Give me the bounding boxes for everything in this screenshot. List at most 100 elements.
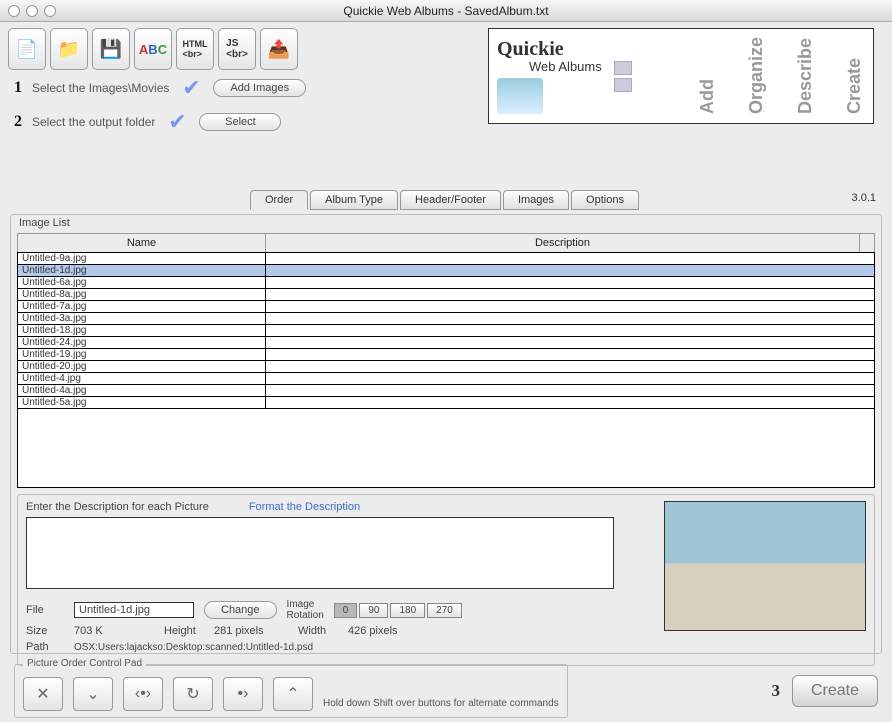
check-icon: ✔: [165, 110, 189, 134]
banner-word-organize: Organize: [746, 37, 767, 114]
row-name: Untitled-4.jpg: [18, 373, 266, 385]
table-row[interactable]: Untitled-18.jpg: [18, 325, 874, 337]
banner-title: Quickie: [497, 38, 602, 61]
image-list-title: Image List: [11, 215, 881, 231]
path-label: Path: [26, 641, 64, 653]
open-folder-button[interactable]: 📁: [50, 28, 88, 70]
row-name: Untitled-24.jpg: [18, 337, 266, 349]
tab-options[interactable]: Options: [571, 190, 639, 210]
step-2-text: Select the output folder: [32, 115, 155, 129]
description-textarea[interactable]: [26, 517, 614, 589]
col-desc-header[interactable]: Description: [266, 234, 860, 252]
step-1-num: 1: [14, 79, 22, 97]
col-name-header[interactable]: Name: [18, 234, 266, 252]
add-images-button[interactable]: Add Images: [213, 79, 306, 97]
table-row[interactable]: Untitled-9a.jpg: [18, 253, 874, 265]
table-row[interactable]: Untitled-8a.jpg: [18, 289, 874, 301]
tab-header-footer[interactable]: Header/Footer: [400, 190, 501, 210]
file-name-input[interactable]: Untitled-1d.jpg: [74, 602, 194, 618]
rotation-270-button[interactable]: 270: [427, 603, 462, 618]
row-name: Untitled-5a.jpg: [18, 397, 266, 409]
check-icon: ✔: [179, 76, 203, 100]
row-desc: [266, 301, 874, 313]
table-row[interactable]: Untitled-4.jpg: [18, 373, 874, 385]
row-name: Untitled-18.jpg: [18, 325, 266, 337]
row-desc: [266, 265, 874, 277]
tab-images[interactable]: Images: [503, 190, 569, 210]
window-title: Quickie Web Albums - SavedAlbum.txt: [0, 4, 892, 18]
move-down-button[interactable]: ⌄: [73, 677, 113, 711]
table-row[interactable]: Untitled-19.jpg: [18, 349, 874, 361]
height-label: Height: [164, 625, 204, 637]
row-desc: [266, 349, 874, 361]
create-button[interactable]: Create: [792, 675, 878, 707]
move-up-button[interactable]: ⌃: [273, 677, 313, 711]
step-1-text: Select the Images\Movies: [32, 81, 169, 95]
rotation-label: Image Rotation: [287, 599, 324, 621]
table-header: Name Description: [17, 233, 875, 252]
path-value: OSX:Users:lajackso:Desktop:scanned:Untit…: [74, 642, 313, 653]
row-desc: [266, 289, 874, 301]
shuffle-button[interactable]: •›: [223, 677, 263, 711]
banner: Quickie Web Albums Add Organize Describe…: [488, 28, 874, 124]
row-desc: [266, 313, 874, 325]
banner-subtitle: Web Albums: [529, 59, 602, 74]
table-row[interactable]: Untitled-3a.jpg: [18, 313, 874, 325]
delete-button[interactable]: ✕: [23, 677, 63, 711]
table-row[interactable]: Untitled-5a.jpg: [18, 397, 874, 409]
format-description-link[interactable]: Format the Description: [249, 501, 360, 513]
table-row[interactable]: Untitled-24.jpg: [18, 337, 874, 349]
banner-word-add: Add: [697, 37, 718, 114]
size-value: 703 K: [74, 625, 154, 637]
row-desc: [266, 385, 874, 397]
row-name: Untitled-8a.jpg: [18, 289, 266, 301]
table-row[interactable]: Untitled-6a.jpg: [18, 277, 874, 289]
titlebar: Quickie Web Albums - SavedAlbum.txt: [0, 0, 892, 22]
image-preview: [664, 501, 866, 631]
size-label: Size: [26, 625, 64, 637]
html-button[interactable]: HTML<br>: [176, 28, 214, 70]
width-value: 426 pixels: [348, 625, 398, 637]
table-row[interactable]: Untitled-20.jpg: [18, 361, 874, 373]
export-button[interactable]: 📤: [260, 28, 298, 70]
row-name: Untitled-6a.jpg: [18, 277, 266, 289]
row-desc: [266, 325, 874, 337]
select-folder-button[interactable]: Select: [199, 113, 281, 131]
file-label: File: [26, 604, 64, 616]
rotation-180-button[interactable]: 180: [390, 603, 425, 618]
row-desc: [266, 253, 874, 265]
row-name: Untitled-7a.jpg: [18, 301, 266, 313]
banner-word-describe: Describe: [795, 37, 816, 114]
rotation-0-button[interactable]: 0: [334, 603, 358, 618]
enter-description-label: Enter the Description for each Picture: [26, 501, 209, 513]
tab-album-type[interactable]: Album Type: [310, 190, 398, 210]
row-name: Untitled-9a.jpg: [18, 253, 266, 265]
width-label: Width: [298, 625, 338, 637]
js-button[interactable]: JS<br>: [218, 28, 256, 70]
row-name: Untitled-19.jpg: [18, 349, 266, 361]
table-row[interactable]: Untitled-1d.jpg: [18, 265, 874, 277]
banner-word-create: Create: [844, 37, 865, 114]
row-name: Untitled-4a.jpg: [18, 385, 266, 397]
height-value: 281 pixels: [214, 625, 288, 637]
change-file-button[interactable]: Change: [204, 601, 277, 619]
rotate-button[interactable]: ↻: [173, 677, 213, 711]
row-desc: [266, 337, 874, 349]
row-desc: [266, 373, 874, 385]
step-3-num: 3: [771, 681, 780, 701]
table-row[interactable]: Untitled-7a.jpg: [18, 301, 874, 313]
row-desc: [266, 397, 874, 409]
save-button[interactable]: 💾: [92, 28, 130, 70]
row-name: Untitled-1d.jpg: [18, 265, 266, 277]
tabs-row: OrderAlbum TypeHeader/FooterImagesOption…: [0, 188, 892, 210]
new-doc-button[interactable]: 📄: [8, 28, 46, 70]
version-label: 3.0.1: [852, 192, 876, 204]
table-row[interactable]: Untitled-4a.jpg: [18, 385, 874, 397]
tab-order[interactable]: Order: [250, 190, 308, 210]
text-button[interactable]: ABC: [134, 28, 172, 70]
swap-button[interactable]: ‹•›: [123, 677, 163, 711]
rotation-90-button[interactable]: 90: [359, 603, 388, 618]
control-pad-hint: Hold down Shift over buttons for alterna…: [323, 698, 559, 709]
row-desc: [266, 361, 874, 373]
image-list-body[interactable]: Untitled-9a.jpgUntitled-1d.jpgUntitled-6…: [17, 252, 875, 488]
